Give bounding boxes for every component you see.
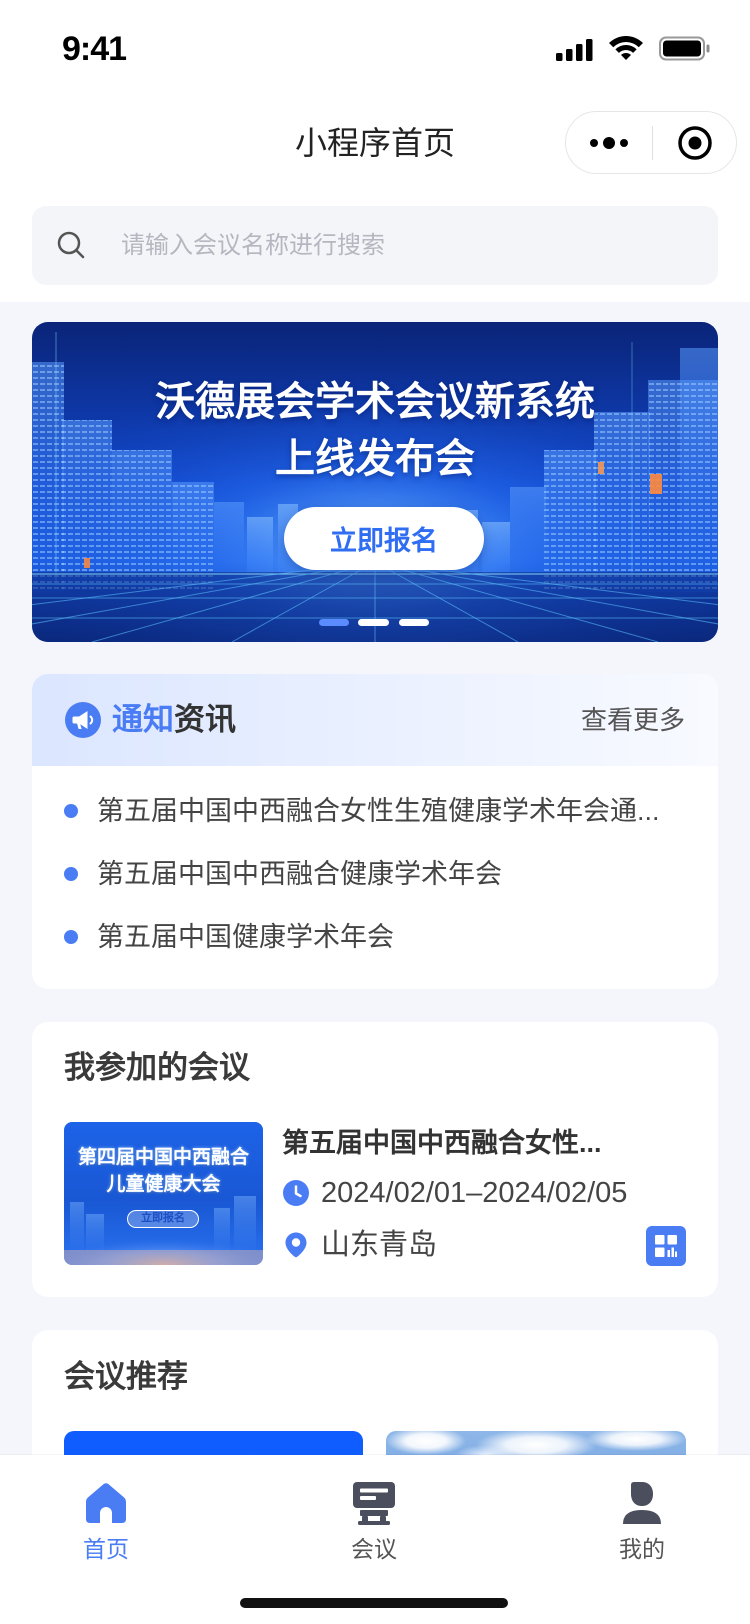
capsule-exit-button[interactable]: [653, 112, 737, 173]
home-icon: [86, 1483, 126, 1523]
search-bar: [32, 206, 718, 285]
notice-item-text: 第五届中国中西融合女性生殖健康学术年会通...: [97, 796, 660, 826]
recommend-title: 会议推荐: [64, 1359, 188, 1394]
notice-item-text: 第五届中国中西融合健康学术年会: [97, 859, 502, 889]
banner-title-line1: 沃德展会学术会议新系统: [155, 380, 595, 424]
notice-header: 通知资讯 查看更多: [32, 674, 718, 766]
carousel-dot[interactable]: [358, 619, 389, 626]
capsule-more-button[interactable]: [566, 112, 652, 173]
tab-mine[interactable]: 我的: [562, 1455, 722, 1565]
home-indicator[interactable]: [240, 1598, 508, 1608]
qr-code-icon: [655, 1235, 677, 1257]
carousel-dot[interactable]: [319, 619, 349, 626]
notice-title-rest: 资讯: [174, 702, 236, 737]
notice-item[interactable]: 第五届中国健康学术年会: [32, 917, 718, 957]
meeting-date-range: 2024/02/01–2024/02/05: [321, 1177, 628, 1209]
meeting-location: 山东青岛: [321, 1229, 438, 1261]
meeting-qr-button[interactable]: [646, 1226, 686, 1266]
register-now-button[interactable]: 立即报名: [284, 507, 484, 570]
search-input[interactable]: [121, 206, 691, 285]
poster-title-line1: 第四届中国中西融合: [77, 1147, 249, 1168]
view-more-link[interactable]: 查看更多: [581, 700, 685, 740]
notice-section-title: 通知资讯: [112, 698, 236, 742]
status-time: 9:41: [62, 30, 127, 68]
target-icon: [678, 125, 712, 160]
mini-program-home-screen: 9:41 小程序首页 请输入会议名称进行搜索 沃德展会学术会议新系统 上线发布会…: [0, 0, 750, 1624]
tab-home-label: 首页: [83, 1536, 129, 1562]
wifi-icon: [609, 36, 643, 60]
carousel-dot[interactable]: [399, 619, 429, 626]
promo-banner[interactable]: 沃德展会学术会议新系统 上线发布会 立即报名: [32, 322, 718, 642]
notice-item[interactable]: 第五届中国中西融合健康学术年会: [32, 854, 718, 894]
battery-icon: [659, 36, 710, 61]
notice-title-highlight: 通知: [112, 702, 174, 737]
capsule-menu: [565, 111, 737, 174]
my-meetings-title: 我参加的会议: [64, 1050, 250, 1085]
megaphone-icon: [65, 702, 101, 738]
search-icon: [57, 231, 85, 259]
location-pin-icon: [285, 1232, 307, 1258]
meeting-title: 第五届中国中西融合女性...: [282, 1128, 602, 1158]
clock-icon: [283, 1180, 309, 1206]
banner-title-line2: 上线发布会: [275, 437, 475, 481]
notice-item[interactable]: 第五届中国中西融合女性生殖健康学术年会通...: [32, 791, 718, 831]
signal-icon: [556, 39, 593, 61]
meeting-list-item[interactable]: 第四届中国中西融合 儿童健康大会 立即报名 第五届中国中西融合女性... 202…: [32, 1114, 718, 1284]
bullet-dot: [64, 804, 78, 818]
poster-title-line2: 儿童健康大会: [106, 1174, 221, 1195]
more-icon: [590, 136, 628, 149]
poster-register-badge: 立即报名: [127, 1210, 199, 1228]
notice-card: 通知资讯 查看更多 第五届中国中西融合女性生殖健康学术年会通... 第五届中国中…: [32, 674, 718, 989]
meeting-icon: [353, 1482, 395, 1525]
tab-meetings-label: 会议: [351, 1536, 397, 1562]
tab-meetings[interactable]: 会议: [294, 1455, 454, 1565]
tab-home[interactable]: 首页: [26, 1455, 186, 1565]
bullet-dot: [64, 930, 78, 944]
my-meetings-card: 我参加的会议 第四届中国中西融合 儿童健康大会 立即报名 第五届中国中西融合女性…: [32, 1022, 718, 1297]
bullet-dot: [64, 867, 78, 881]
user-icon: [623, 1482, 661, 1524]
tab-mine-label: 我的: [619, 1536, 665, 1562]
meeting-poster: 第四届中国中西融合 儿童健康大会 立即报名: [64, 1122, 263, 1265]
notice-item-text: 第五届中国健康学术年会: [97, 922, 394, 952]
